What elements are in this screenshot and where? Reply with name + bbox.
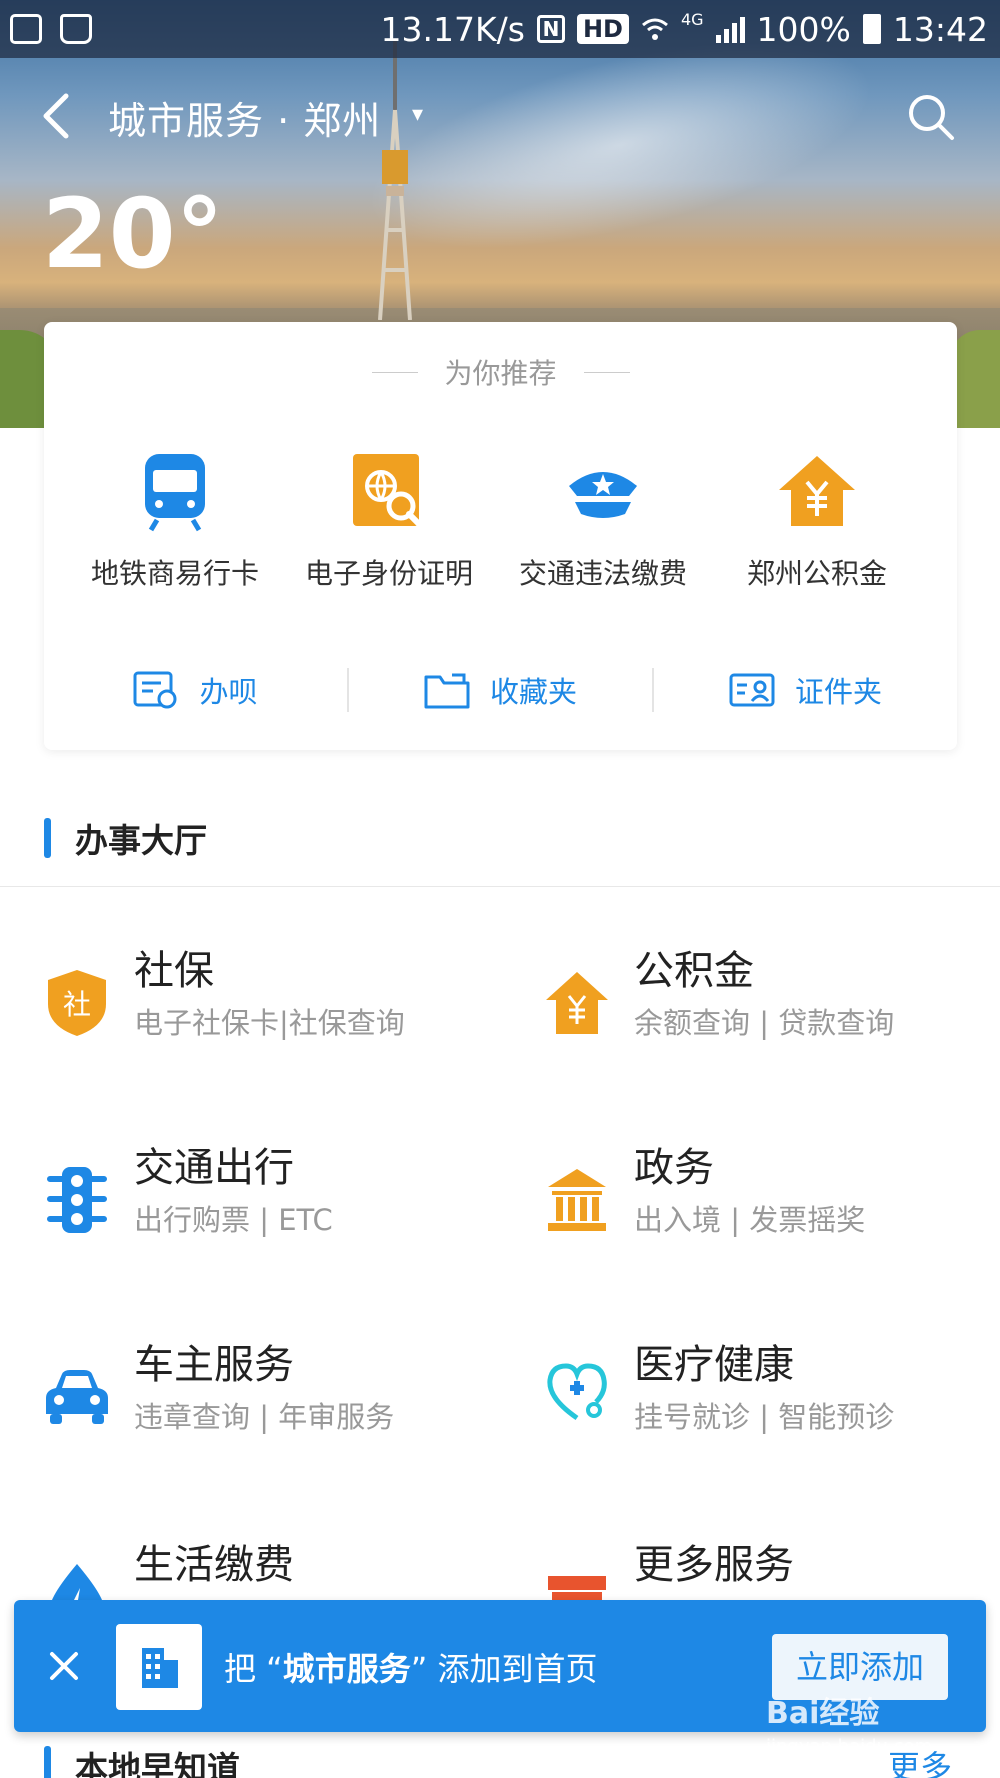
- quick-link-banbei[interactable]: 办呗: [44, 669, 347, 711]
- service-healthcare[interactable]: 医疗健康 挂号就诊 | 智能预诊: [544, 1332, 984, 1452]
- recommend-card: 为你推荐 地铁商易行卡 电子身份证明 交通违法缴费 郑州公积金 办呗 收藏夹 证…: [44, 322, 957, 750]
- fund-house-icon: [546, 972, 608, 1034]
- search-icon[interactable]: [906, 92, 956, 142]
- building-icon: [142, 1648, 178, 1688]
- recommend-item-zhengzhou-fund[interactable]: 郑州公积金: [710, 452, 924, 592]
- police-cap-icon: [569, 472, 637, 518]
- service-government[interactable]: 政务 出入境 | 发票摇奖: [544, 1135, 984, 1255]
- quick-link-label: 证件夹: [794, 675, 882, 709]
- shield-icon: 社: [48, 970, 106, 1036]
- network-type: 4G: [680, 9, 704, 29]
- service-hall-header: 办事大厅: [44, 818, 207, 860]
- service-subtitle: 违章查询 | 年审服务: [134, 1400, 395, 1434]
- government-icon: [548, 1169, 606, 1231]
- service-transport[interactable]: 交通出行 出行购票 | ETC: [44, 1135, 484, 1255]
- recommend-item-label: 郑州公积金: [746, 557, 887, 590]
- net-speed: 13.17K/s: [380, 9, 525, 49]
- quick-link-label: 办呗: [199, 675, 258, 709]
- service-title: 更多服务: [634, 1542, 794, 1588]
- baidu-watermark: Bai经验 jingyan.baidu.com: [766, 1688, 956, 1774]
- folder-icon: [424, 673, 470, 709]
- shopping-bag-icon: [60, 14, 92, 44]
- recommend-item-label: 地铁商易行卡: [90, 557, 259, 590]
- fund-house-icon: [779, 456, 855, 526]
- recommend-item-e-id[interactable]: 电子身份证明: [282, 452, 496, 592]
- gallery-icon: [10, 14, 42, 44]
- subway-icon: [145, 454, 205, 532]
- city-dropdown-caret-icon[interactable]: ▾: [412, 102, 423, 127]
- service-subtitle: 电子社保卡|社保查询: [134, 1006, 405, 1040]
- banner-highlight: 城市服务: [282, 1650, 411, 1688]
- recommend-item-label: 交通违法缴费: [518, 557, 687, 590]
- service-title: 车主服务: [134, 1342, 294, 1388]
- battery-percent: 100%: [756, 9, 851, 49]
- nfc-icon: N: [536, 15, 565, 43]
- service-title: 医疗健康: [634, 1342, 794, 1388]
- signal-icon: [715, 15, 745, 43]
- watermark-url: jingyan.baidu.com: [766, 1736, 933, 1757]
- divider: [0, 886, 1000, 887]
- quick-link-label: 收藏夹: [489, 675, 577, 709]
- service-title: 政务: [634, 1145, 714, 1191]
- recommend-title: 为你推荐: [444, 357, 557, 390]
- id-card-icon: [729, 673, 775, 707]
- service-title: 交通出行: [134, 1145, 294, 1191]
- page: 13.17K/s N HD 4G 100% 13:42 城市服务 · 郑州 ▾ …: [0, 0, 1000, 1778]
- wifi-icon: [642, 18, 668, 40]
- banner-message: 把 “城市服务” 添加到首页: [224, 1650, 598, 1688]
- city-title[interactable]: 城市服务 · 郑州: [108, 90, 381, 145]
- section-title: 办事大厅: [75, 821, 207, 860]
- service-subtitle: 出行购票 | ETC: [134, 1203, 333, 1237]
- quick-link-favorites[interactable]: 收藏夹: [349, 669, 652, 711]
- tv-tower-image: [378, 40, 412, 320]
- service-subtitle: 挂号就诊 | 智能预诊: [634, 1400, 895, 1434]
- close-icon[interactable]: [42, 1644, 86, 1688]
- recommend-item-label: 电子身份证明: [304, 557, 473, 590]
- section-title: 本地早知道: [75, 1749, 240, 1778]
- recommend-list: 地铁商易行卡 电子身份证明 交通违法缴费 郑州公积金: [44, 452, 957, 592]
- watermark-brand: Bai经验: [766, 1696, 880, 1731]
- service-social-security[interactable]: 社 社保 电子社保卡|社保查询: [44, 938, 484, 1058]
- local-news-header: 本地早知道: [44, 1742, 240, 1778]
- quick-link-id-wallet[interactable]: 证件夹: [654, 669, 957, 711]
- service-title: 公积金: [634, 948, 754, 994]
- back-arrow-icon[interactable]: [38, 92, 78, 140]
- city-service-logo: [116, 1624, 202, 1710]
- service-subtitle: 出入境 | 发票摇奖: [634, 1203, 866, 1237]
- quick-links: 办呗 收藏夹 证件夹: [44, 662, 957, 718]
- service-housing-fund[interactable]: 公积金 余额查询 | 贷款查询: [544, 938, 984, 1058]
- battery-icon: [862, 14, 881, 44]
- hd-badge: HD: [576, 14, 629, 44]
- service-subtitle: 余额查询 | 贷款查询: [634, 1006, 895, 1040]
- temperature: 20°: [42, 178, 224, 290]
- clock: 13:42: [892, 9, 988, 49]
- service-title: 社保: [134, 948, 214, 994]
- stethoscope-icon: [547, 1363, 607, 1421]
- service-car-owner[interactable]: 车主服务 违章查询 | 年审服务: [44, 1332, 484, 1452]
- recommend-item-subway-card[interactable]: 地铁商易行卡: [68, 452, 282, 592]
- status-bar: 13.17K/s N HD 4G 100% 13:42: [0, 0, 1000, 58]
- form-icon: [133, 671, 177, 709]
- service-title: 生活缴费: [134, 1542, 294, 1588]
- car-icon: [46, 1370, 108, 1424]
- svg-text:社: 社: [63, 988, 91, 1021]
- recommend-item-traffic-fine[interactable]: 交通违法缴费: [496, 452, 710, 592]
- traffic-light-icon: [47, 1167, 107, 1233]
- id-search-icon: [353, 454, 424, 529]
